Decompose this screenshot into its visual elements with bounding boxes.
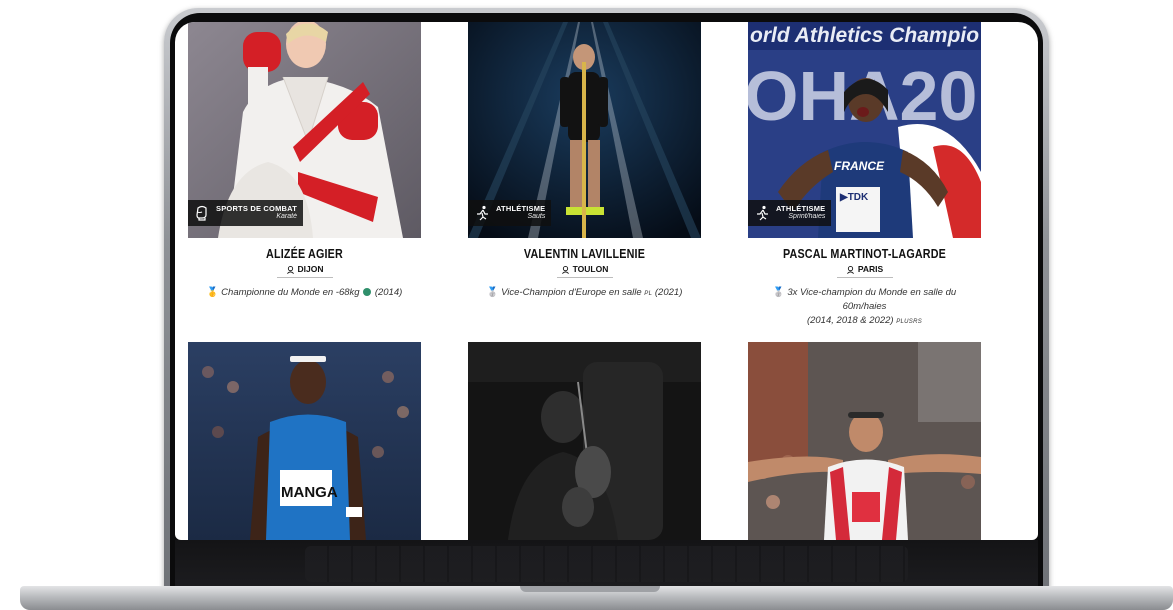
athlete-card-5[interactable] [468,342,701,540]
athlete-card-3[interactable]: orld Athletics Champio OHA201 ▶TDK FRANC… [748,22,981,326]
city-row: TOULON [468,264,701,274]
location-pin-icon [286,265,294,274]
sport-badge: SPORTS DE COMBAT Karaté [188,200,303,226]
svg-text:▶TDK: ▶TDK [839,192,869,203]
boxing-glove-icon [196,205,207,221]
athlete-photo-2[interactable]: ATHLÉTISME Sauts [468,22,701,238]
svg-text:MANGA: MANGA [281,484,338,501]
palmares-text: 3x Vice-champion du Monde en salle du 60… [787,287,957,312]
sport-badge: ATHLÉTISME Sauts [468,200,552,226]
keyboard-reflection [175,540,1038,588]
city-row: DIJON [188,264,421,274]
runner-icon [757,205,768,221]
palmares: 🥈 Vice-Champion d'Europe en salle PL (20… [468,286,701,300]
city-row: PARIS [748,264,981,274]
runner-icon [477,205,488,221]
athlete-name[interactable]: PASCAL MARTINOT-LAGARDE [764,247,964,261]
athlete-name[interactable]: VALENTIN LAVILLENIE [484,247,684,261]
sport-label: SPORTS DE COMBAT [216,204,297,214]
athlete-card-2[interactable]: ATHLÉTISME Sauts VALENTIN LAVILLENIE TOU… [468,22,701,322]
city-label: TOULON [572,264,609,274]
globe-icon [363,288,372,297]
athlete-photo-3[interactable]: orld Athletics Champio OHA201 ▶TDK FRANC… [748,22,981,238]
city-label: PARIS [857,264,884,274]
silver-medal-icon: 🥈 [772,287,785,298]
city-label: DIJON [297,264,324,274]
location-pin-icon [561,265,569,274]
sport-badge: ATHLÉTISME Sprint/haies [748,200,832,226]
palmares-years: (2014, 2018 & 2022) [806,314,894,326]
athlete-photo-5[interactable] [468,342,701,540]
athlete-name[interactable]: ALIZÉE AGIER [204,247,404,261]
palmares-year: (2014) [374,287,403,298]
silver-medal-icon: 🥈 [486,287,499,298]
palmares-text: Championne du Monde en -68kg [221,287,360,298]
location-pin-icon [846,265,854,274]
athlete-card-6[interactable] [748,342,981,540]
palmares-tag: PL [644,291,653,297]
athlete-photo-1[interactable]: SPORTS DE COMBAT Karaté [188,22,421,238]
svg-text:orld Athletics Champio: orld Athletics Champio [750,24,979,47]
divider [836,277,893,278]
palmares: 🥇 Championne du Monde en -68kg (2014) [188,286,421,300]
discipline-label: Sauts [527,213,546,221]
svg-text:FRANCE: FRANCE [834,159,885,173]
discipline-label: Karaté [276,213,297,221]
divider [556,277,613,278]
palmares-text: Vice-Champion d'Europe en salle [501,287,642,298]
palmares: 🥈 3x Vice-champion du Monde en salle du … [748,286,981,327]
athlete-card-1[interactable]: SPORTS DE COMBAT Karaté ALIZÉE AGIER DIJ… [188,22,421,322]
discipline-label: Sprint/haies [788,213,826,221]
sport-label: ATHLÉTISME [496,204,546,214]
athlete-card-4[interactable]: MANGA [188,342,421,540]
gold-medal-icon: 🥇 [206,287,219,298]
divider [276,277,333,278]
laptop-base-notch [520,586,660,592]
athlete-photo-6[interactable] [748,342,981,540]
palmares-year: (2021) [654,287,683,298]
athlete-photo-4[interactable]: MANGA [188,342,421,540]
sport-label: ATHLÉTISME [776,204,826,214]
website-screen: SPORTS DE COMBAT Karaté ALIZÉE AGIER DIJ… [175,22,1038,540]
palmares-more-link[interactable]: PLUSRS [896,319,922,325]
